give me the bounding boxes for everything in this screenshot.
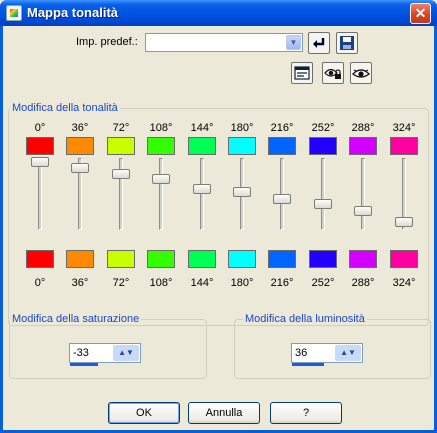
hue-slider-thumb[interactable] [233,187,251,197]
hue-slider-thumb[interactable] [152,174,170,184]
hue-target-swatch [349,250,377,268]
hue-top-degree-label: 252° [311,122,335,134]
hue-source-swatch [349,137,377,155]
hue-slider-thumb[interactable] [193,184,211,194]
hue-top-degree-label: 36° [71,122,89,134]
window-title: Mappa tonalità [27,5,119,20]
hue-top-degree-label: 108° [149,122,173,134]
hue-source-swatch [390,137,418,155]
saturation-value[interactable]: -33 [73,347,89,359]
spin-arrows-icon[interactable]: ▲▼ [113,345,139,361]
hue-slider-thumb[interactable] [273,194,291,204]
hue-slider-thumb[interactable] [354,206,372,216]
hue-bottom-degree-label: 324° [392,277,416,289]
hue-target-swatch [309,250,337,268]
hue-bottom-degree-label: 36° [71,277,89,289]
hue-bottom-degree-label: 252° [311,277,335,289]
hue-bottom-degree-label: 144° [190,277,214,289]
preset-label: Imp. predef.: [76,36,138,48]
hue-slider-thumb[interactable] [31,157,49,167]
hue-source-swatch [228,137,256,155]
hue-source-swatch [26,137,54,155]
hue-top-degree-label: 288° [351,122,375,134]
hue-source-swatch [147,137,175,155]
hue-top-degree-label: 324° [392,122,416,134]
hue-bottom-degree-label: 0° [34,277,46,289]
arrow-return-icon [313,38,325,48]
hue-top-degree-label: 0° [34,122,46,134]
hue-bottom-degree-label: 108° [149,277,173,289]
auto-proof-button[interactable] [350,62,372,84]
hue-source-swatch [188,137,216,155]
app-icon [6,5,22,21]
hue-target-swatch [107,250,135,268]
lock-proof-button[interactable] [322,62,344,84]
luminosity-level-bar [292,363,324,366]
hue-top-degree-label: 216° [270,122,294,134]
luminosity-spinbox[interactable]: 36 ▲▼ [291,343,363,363]
hue-slider-track[interactable] [321,158,325,230]
hue-group-title: Modifica della tonalità [10,102,120,114]
hue-slider-thumb[interactable] [395,217,413,227]
hue-target-swatch [188,250,216,268]
eye-lock-icon [324,68,341,79]
preset-combobox[interactable]: ▼ [145,33,303,52]
hue-bottom-degree-label: 72° [112,277,130,289]
hue-slider-track[interactable] [200,158,204,230]
hue-slider-thumb[interactable] [112,169,130,179]
hue-bottom-degree-label: 288° [351,277,375,289]
dialog-window: Mappa tonalità ✕ Imp. predef.: ▼ Modific… [0,0,437,433]
hue-target-swatch [66,250,94,268]
hue-slider-track[interactable] [159,158,163,230]
saturation-group-title: Modifica della saturazione [10,313,142,325]
hue-source-swatch [66,137,94,155]
hue-top-degree-label: 144° [190,122,214,134]
hue-bottom-degree-label: 180° [230,277,254,289]
hue-target-swatch [26,250,54,268]
saturation-level-bar [70,363,98,366]
hue-source-swatch [268,137,296,155]
title-bar[interactable]: Mappa tonalità ✕ [0,0,437,26]
hue-target-swatch [228,250,256,268]
luminosity-value[interactable]: 36 [295,347,307,359]
ok-button[interactable]: OK [108,402,180,424]
save-preset-button[interactable] [336,32,358,54]
hue-top-degree-label: 180° [230,122,254,134]
list-window-icon [294,66,310,80]
hue-slider-track[interactable] [361,158,365,230]
close-button[interactable]: ✕ [410,3,431,24]
hue-source-swatch [107,137,135,155]
eye-icon [352,69,370,78]
hue-source-swatch [309,137,337,155]
hue-slider-thumb[interactable] [314,199,332,209]
luminosity-group-title: Modifica della luminosità [243,313,367,325]
hue-top-degree-label: 72° [112,122,130,134]
chevron-down-icon[interactable]: ▼ [286,35,301,50]
spin-arrows-icon[interactable]: ▲▼ [335,345,361,361]
dialog-client-area: Imp. predef.: ▼ Modifica della tonalità … [3,26,434,430]
preview-settings-button[interactable] [291,62,313,84]
cancel-button[interactable]: Annulla [188,402,260,424]
help-button[interactable]: ? [270,402,342,424]
load-preset-button[interactable] [308,32,330,54]
saturation-spinbox[interactable]: -33 ▲▼ [69,343,141,363]
hue-slider-track[interactable] [38,158,42,230]
hue-bottom-degree-label: 216° [270,277,294,289]
hue-target-swatch [268,250,296,268]
hue-target-swatch [147,250,175,268]
hue-slider-thumb[interactable] [71,163,89,173]
hue-target-swatch [390,250,418,268]
floppy-disk-icon [340,36,354,50]
